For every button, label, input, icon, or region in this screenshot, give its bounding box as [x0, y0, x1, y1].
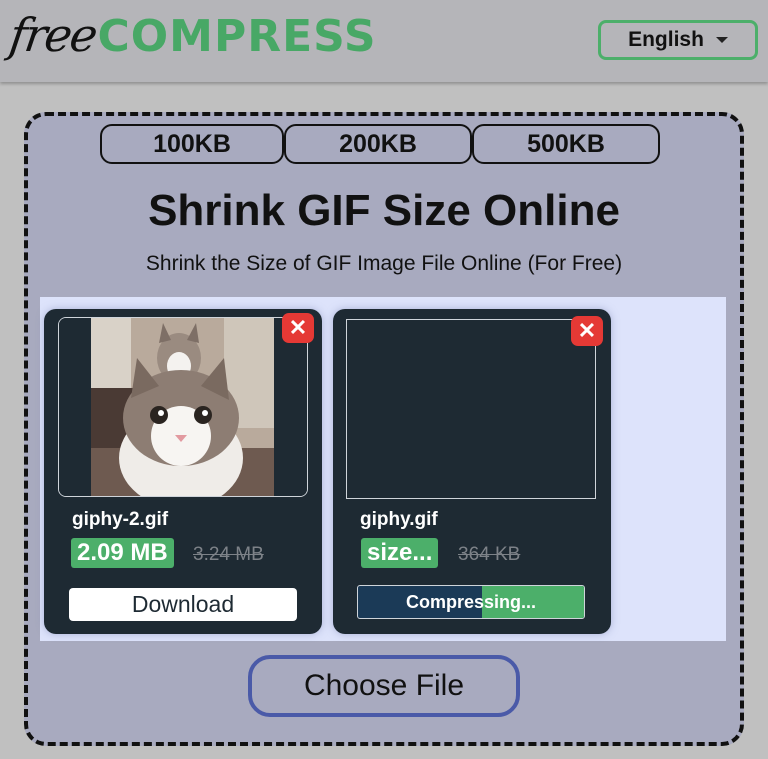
page-title: Shrink GIF Size Online	[148, 186, 620, 235]
logo-free-text: free	[6, 8, 100, 62]
file-name: giphy-2.gif	[72, 509, 169, 530]
caret-down-icon	[715, 37, 728, 43]
download-button[interactable]: Download	[69, 588, 297, 621]
preset-100kb-button[interactable]: 100KB	[100, 124, 284, 164]
page-subtitle: Shrink the Size of GIF Image File Online…	[145, 252, 623, 275]
close-icon: ✕	[577, 318, 597, 343]
language-select[interactable]: English	[598, 20, 758, 60]
language-label: English	[628, 28, 704, 51]
preset-200kb-button[interactable]: 200KB	[284, 124, 472, 164]
remove-file-button[interactable]: ✕	[282, 313, 314, 343]
logo[interactable]: free COMPRESS	[6, 8, 377, 68]
file-preview	[58, 317, 308, 497]
remove-file-button[interactable]: ✕	[571, 316, 603, 346]
choose-file-button[interactable]: Choose File	[248, 655, 520, 717]
site-header: free COMPRESS English	[0, 0, 768, 82]
file-name: giphy.gif	[360, 509, 438, 530]
file-card: ✕ giphy-2.gif 2.09 MB 3.24 MB Download	[44, 309, 322, 634]
file-card: ✕ giphy.gif size... 364 KB Compressing..…	[333, 309, 611, 634]
compression-progress-bar: Compressing...	[357, 585, 585, 619]
close-icon: ✕	[288, 315, 308, 340]
cat-image	[59, 318, 307, 496]
preset-500kb-button[interactable]: 500KB	[472, 124, 660, 164]
file-preview-empty	[346, 319, 596, 499]
progress-label: Compressing...	[405, 591, 537, 612]
compressed-size-badge: 2.09 MB	[71, 538, 174, 568]
compressed-size-badge: size...	[361, 538, 439, 568]
size-preset-group: 100KB 200KB 500KB	[100, 124, 660, 164]
original-size: 364 KB	[458, 544, 521, 565]
original-size: 3.24 MB	[193, 544, 264, 565]
logo-compress-text: COMPRESS	[97, 11, 377, 62]
